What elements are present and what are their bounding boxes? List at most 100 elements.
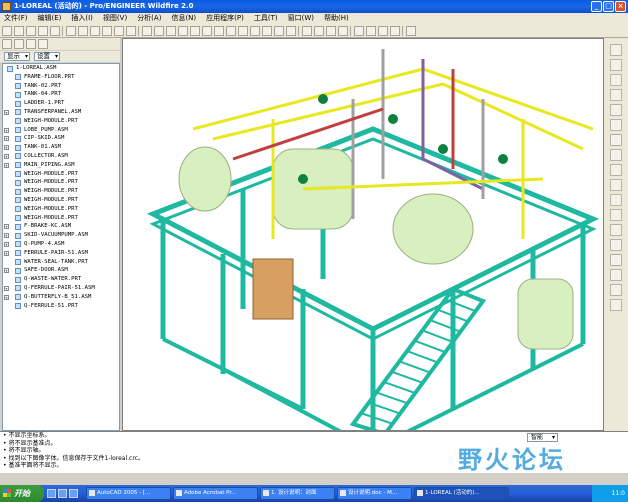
menu-edit[interactable]: 编辑(E) [38, 13, 62, 24]
desktop-icon[interactable] [47, 489, 56, 498]
ie-icon[interactable] [58, 489, 67, 498]
undo-icon[interactable] [66, 25, 76, 36]
trim-tool-icon[interactable] [610, 299, 622, 311]
spin-center-icon[interactable] [190, 25, 200, 36]
model-tree-item[interactable]: + FERRULE-PAIR-51.ASM [3, 249, 119, 258]
model-tree-item[interactable]: WEIGH-MODULE.PRT [3, 196, 119, 205]
shading-icon[interactable] [338, 25, 348, 36]
no-hidden-icon[interactable] [326, 25, 336, 36]
task-acrobat[interactable]: Adobe Acrobat Pr... [173, 487, 258, 500]
regenerate-icon[interactable] [142, 25, 152, 36]
start-button[interactable]: 开始 [0, 485, 44, 502]
folder-browser-tab-icon[interactable] [14, 39, 24, 49]
menu-view[interactable]: 视图(V) [103, 13, 127, 24]
select-box-icon[interactable] [166, 25, 176, 36]
expand-toggle-icon[interactable]: + [4, 250, 9, 256]
maximize-button[interactable]: □ [603, 1, 614, 12]
cut-icon[interactable] [90, 25, 100, 36]
settings-dropdown[interactable]: 设置 [34, 52, 60, 61]
round-tool-icon[interactable] [610, 224, 622, 236]
email-icon[interactable] [50, 25, 60, 36]
model-tree-item[interactable]: + LOBE_PUMP.ASM [3, 126, 119, 135]
extrude-tool-icon[interactable] [610, 179, 622, 191]
coordinate-systems-icon[interactable] [390, 25, 400, 36]
expand-toggle-icon[interactable]: + [4, 241, 9, 247]
menu-help[interactable]: 帮助(H) [324, 13, 349, 24]
close-button[interactable]: × [615, 1, 626, 12]
show-dropdown[interactable]: 显示 [4, 52, 30, 61]
model-tree-item[interactable]: + CIP-SKID.ASM [3, 134, 119, 143]
datum-curve-tool-icon[interactable] [610, 74, 622, 86]
task-proe[interactable]: 1-LOREAL (活动的)... [414, 487, 509, 500]
hole-tool-icon[interactable] [610, 209, 622, 221]
expand-toggle-icon[interactable]: + [4, 153, 9, 159]
reorient-icon[interactable] [250, 25, 260, 36]
wireframe-icon[interactable] [302, 25, 312, 36]
menu-applications[interactable]: 应用程序(P) [206, 13, 244, 24]
datum-point-tool-icon[interactable] [610, 89, 622, 101]
model-tree-item[interactable]: WEIGH-MODULE.PRT [3, 187, 119, 196]
zoom-out-icon[interactable] [226, 25, 236, 36]
create-component-icon[interactable] [610, 164, 622, 176]
pattern-tool-icon[interactable] [610, 254, 622, 266]
model-tree-item[interactable]: + Q-FERRULE-PAIR-51.ASM [3, 284, 119, 293]
expand-toggle-icon[interactable]: + [4, 127, 9, 133]
model-tree-item[interactable]: TANK-02.PRT [3, 82, 119, 91]
model-tree-item[interactable]: Q-FERRULE-51.PRT [3, 302, 119, 311]
print-icon[interactable] [38, 25, 48, 36]
expand-toggle-icon[interactable]: + [4, 136, 9, 142]
new-file-icon[interactable] [2, 25, 12, 36]
model-tree-item[interactable]: + SKID-VACUUMPUMP.ASM [3, 231, 119, 240]
model-tree-item[interactable]: WEIGH-MODULE.PRT [3, 117, 119, 126]
model-tree-item[interactable]: WEIGH-MODULE.PRT [3, 178, 119, 187]
datum-points-icon[interactable] [378, 25, 388, 36]
datum-axes-icon[interactable] [366, 25, 376, 36]
connections-tab-icon[interactable] [38, 39, 48, 49]
model-tree[interactable]: 1-LOREAL.ASM FRAME-FLOOR.PRT TANK-02.PRT TA… [2, 63, 120, 431]
model-tree-item[interactable]: + COLLECTOR.ASM [3, 152, 119, 161]
task-design-cover[interactable]: 1. 设计说明：封面 [260, 487, 335, 500]
model-tree-item[interactable]: WEIGH-MODULE.PRT [3, 214, 119, 223]
model-tree-item[interactable]: LADDER-1.PRT [3, 99, 119, 108]
expand-toggle-icon[interactable]: + [4, 294, 9, 300]
datum-axis-tool-icon[interactable] [610, 59, 622, 71]
expand-toggle-icon[interactable]: + [4, 109, 9, 115]
model-tree-item[interactable]: + TRANSFERPANEL.ASM [3, 108, 119, 117]
model-tree-item[interactable]: + MAIN_PIPING.ASM [3, 161, 119, 170]
layers-icon[interactable] [274, 25, 284, 36]
repaint-icon[interactable] [178, 25, 188, 36]
menu-file[interactable]: 文件(F) [4, 13, 28, 24]
copy-icon[interactable] [102, 25, 112, 36]
model-tree-item[interactable]: FRAME-FLOOR.PRT [3, 73, 119, 82]
coord-sys-tool-icon[interactable] [610, 104, 622, 116]
refit-icon[interactable] [238, 25, 248, 36]
sketch-tool-icon[interactable] [610, 134, 622, 146]
view-manager-icon[interactable] [286, 25, 296, 36]
explorer-icon[interactable] [69, 489, 78, 498]
save-icon[interactable] [26, 25, 36, 36]
datum-plane-tool-icon[interactable] [610, 44, 622, 56]
saved-views-icon[interactable] [262, 25, 272, 36]
chamfer-tool-icon[interactable] [610, 239, 622, 251]
merge-tool-icon[interactable] [610, 284, 622, 296]
analysis-tool-icon[interactable] [610, 119, 622, 131]
model-tree-item[interactable]: TANK-04.PRT [3, 90, 119, 99]
menu-info[interactable]: 信息(N) [171, 13, 196, 24]
graphics-viewport[interactable] [122, 38, 604, 431]
task-word-doc[interactable]: 设计说明.doc - M... [337, 487, 412, 500]
expand-toggle-icon[interactable]: + [4, 285, 9, 291]
task-autocad[interactable]: AutoCAD 2005 - [... [86, 487, 171, 500]
revolve-tool-icon[interactable] [610, 194, 622, 206]
open-file-icon[interactable] [14, 25, 24, 36]
model-tree-item[interactable]: + F-BRAKE-KC.ASM [3, 222, 119, 231]
redo-icon[interactable] [78, 25, 88, 36]
model-tree-item[interactable]: 1-LOREAL.ASM [3, 64, 119, 73]
expand-toggle-icon[interactable]: + [4, 268, 9, 274]
model-tree-item[interactable]: WEIGH-MODULE.PRT [3, 205, 119, 214]
help-icon[interactable] [406, 25, 416, 36]
datum-planes-icon[interactable] [354, 25, 364, 36]
expand-toggle-icon[interactable]: + [4, 233, 9, 239]
paste-special-icon[interactable] [126, 25, 136, 36]
zoom-in-icon[interactable] [214, 25, 224, 36]
model-tree-item[interactable]: + TANK-01.ASM [3, 143, 119, 152]
